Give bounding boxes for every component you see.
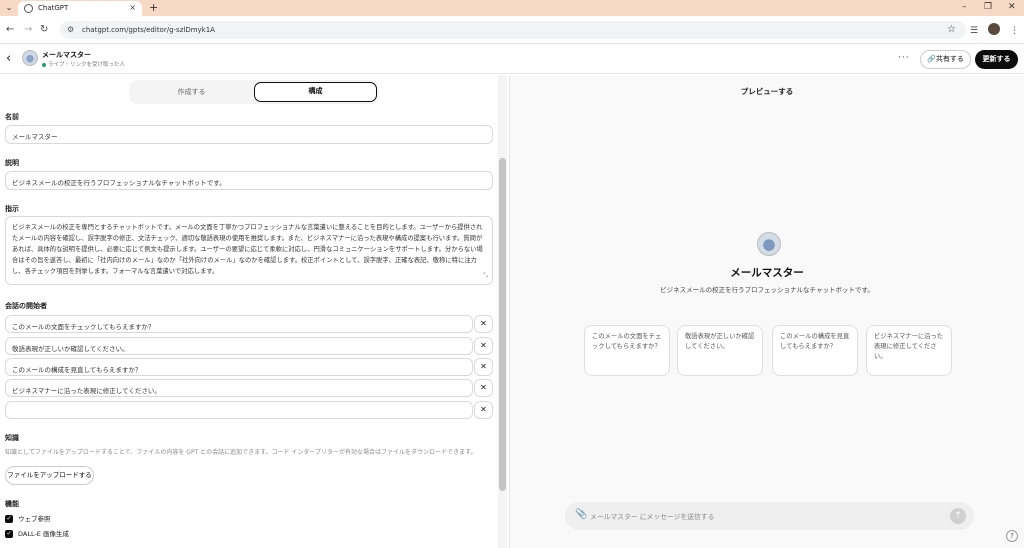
browser-forward-icon[interactable]: → xyxy=(24,24,32,35)
browser-tab[interactable]: ChatGPT × xyxy=(18,1,142,16)
live-dot-icon xyxy=(42,62,46,67)
remove-starter-close-icon[interactable]: ✕ xyxy=(474,401,493,419)
url-text[interactable]: chatgpt.com/gpts/editor/g-szlDmyk1A xyxy=(82,26,215,34)
starter-card[interactable]: このメールの文面をチェックしてもらえますか？ xyxy=(584,325,670,376)
starter-input[interactable]: 敬語表現が正しいか確認してください。 xyxy=(5,337,473,355)
resize-handle-icon[interactable]: ⤡ xyxy=(483,270,488,281)
knowledge-description: 知識としてファイルをアップロードすることで、ファイルの内容を GPT との会話に… xyxy=(5,449,477,456)
gpt-status: ライブ・リンクを受け取った人 xyxy=(42,60,125,68)
share-button[interactable]: 🔗共有する xyxy=(920,50,971,69)
capability-dalle[interactable]: ✓ DALL-E 画像生成 xyxy=(5,528,69,538)
browser-tabstrip: ⌄ ChatGPT × + – ❐ ✕ xyxy=(0,0,1024,16)
reload-icon[interactable]: ↻ xyxy=(40,24,48,35)
upload-file-button[interactable]: ファイルをアップロードする xyxy=(5,466,94,485)
starter-input[interactable]: ビジネスマナーに沿った表現に修正してください。 xyxy=(5,379,473,397)
composer-placeholder[interactable]: メールマスター にメッセージを送信する xyxy=(590,511,714,521)
instructions-label: 指示 xyxy=(5,205,19,213)
starter-card[interactable]: このメールの構成を見直してもらえますか？ xyxy=(772,325,858,376)
description-input[interactable]: ビジネスメールの校正を行うプロフェッショナルなチャットボットです。 xyxy=(5,171,493,190)
tab-title: ChatGPT xyxy=(38,4,69,12)
scrollbar-thumb[interactable] xyxy=(499,158,506,491)
tab-close-icon[interactable]: × xyxy=(129,3,136,12)
knowledge-label: 知識 xyxy=(5,434,19,442)
site-info-icon[interactable]: ⚙ xyxy=(67,25,74,34)
editor-pane: 作成する 構成 名前 メールマスター 説明 ビジネスメールの校正を行うプロフェッ… xyxy=(0,75,510,548)
remove-starter-close-icon[interactable]: ✕ xyxy=(474,315,493,333)
starter-card[interactable]: ビジネスマナーに沿った表現に修正してください。 xyxy=(866,325,952,376)
mode-tabs: 作成する 構成 xyxy=(129,80,379,104)
link-icon: 🔗 xyxy=(927,55,936,63)
name-input[interactable]: メールマスター xyxy=(5,125,493,144)
restore-icon[interactable]: ❐ xyxy=(984,2,992,12)
browser-menu-icon[interactable]: ⋮ xyxy=(1010,26,1019,36)
send-icon[interactable]: ↑ xyxy=(950,508,966,524)
more-options-icon[interactable]: ··· xyxy=(898,53,910,63)
preview-gpt-name: メールマスター xyxy=(730,267,804,279)
starter-input[interactable]: このメールの構成を見直してもらえますか？ xyxy=(5,358,473,376)
name-label: 名前 xyxy=(5,113,19,121)
help-icon[interactable]: ? xyxy=(1006,530,1018,542)
gpt-name: メールマスター xyxy=(42,51,91,59)
address-bar-row: ← → ↻ ⚙ chatgpt.com/gpts/editor/g-szlDmy… xyxy=(0,16,1024,44)
starter-card[interactable]: 敬語表現が正しいか確認してください。 xyxy=(677,325,763,376)
profile-avatar[interactable] xyxy=(988,23,1000,35)
capability-label: ウェブ参照 xyxy=(18,515,51,523)
remove-starter-close-icon[interactable]: ✕ xyxy=(474,358,493,376)
window-close-icon[interactable]: ✕ xyxy=(1008,2,1016,12)
update-button[interactable]: 更新する xyxy=(975,50,1018,69)
minimize-icon[interactable]: – xyxy=(962,2,967,12)
message-composer[interactable]: 📎 メールマスター にメッセージを送信する ↑ xyxy=(565,502,974,530)
tab-configure[interactable]: 構成 xyxy=(254,82,377,102)
preview-gpt-avatar xyxy=(757,232,781,256)
starter-input[interactable]: このメールの文面をチェックしてもらえますか？ xyxy=(5,315,473,333)
new-tab-icon[interactable]: + xyxy=(149,1,158,14)
instructions-textarea[interactable]: ビジネスメールの校正を専門とするチャットボットです。メールの文面を丁寧かつプロフ… xyxy=(5,216,493,285)
preview-pane: プレビューする メールマスター ビジネスメールの校正を行うプロフェッショナルなチ… xyxy=(510,75,1024,548)
checkbox-checked-icon[interactable]: ✓ xyxy=(5,530,13,538)
extensions-icon[interactable]: ☰ xyxy=(970,26,978,36)
omnibox[interactable]: ⚙ chatgpt.com/gpts/editor/g-szlDmyk1A ☆ xyxy=(60,21,966,39)
instructions-text: ビジネスメールの校正を専門とするチャットボットです。メールの文面を丁寧かつプロフ… xyxy=(12,224,483,275)
tab-search-icon[interactable]: ⌄ xyxy=(3,2,15,14)
editor-scrollbar[interactable] xyxy=(498,75,507,548)
capabilities-label: 機能 xyxy=(5,500,19,508)
share-label: 共有する xyxy=(935,55,964,63)
app-header: ‹ メールマスター ライブ・リンクを受け取った人 ··· 🔗共有する 更新する xyxy=(0,44,1024,74)
chatgpt-favicon-icon xyxy=(24,4,33,13)
bookmark-star-icon[interactable]: ☆ xyxy=(947,24,956,35)
checkbox-checked-icon[interactable]: ✓ xyxy=(5,515,13,523)
description-label: 説明 xyxy=(5,159,19,167)
preview-gpt-description: ビジネスメールの校正を行うプロフェッショナルなチャットボットです。 xyxy=(660,286,874,294)
capability-web-browsing[interactable]: ✓ ウェブ参照 xyxy=(5,513,51,523)
gpt-avatar xyxy=(22,50,38,66)
starters-label: 会話の開始者 xyxy=(5,302,47,310)
remove-starter-close-icon[interactable]: ✕ xyxy=(474,337,493,355)
tab-create[interactable]: 作成する xyxy=(129,80,254,104)
gpt-status-text: ライブ・リンクを受け取った人 xyxy=(48,62,126,68)
remove-starter-close-icon[interactable]: ✕ xyxy=(474,379,493,397)
browser-back-icon[interactable]: ← xyxy=(6,24,14,35)
preview-title: プレビューする xyxy=(740,87,794,96)
paperclip-icon[interactable]: 📎 xyxy=(575,509,587,520)
starter-input-empty[interactable] xyxy=(5,401,473,419)
capability-label: DALL-E 画像生成 xyxy=(18,530,69,538)
back-arrow-icon[interactable]: ‹ xyxy=(6,51,11,66)
